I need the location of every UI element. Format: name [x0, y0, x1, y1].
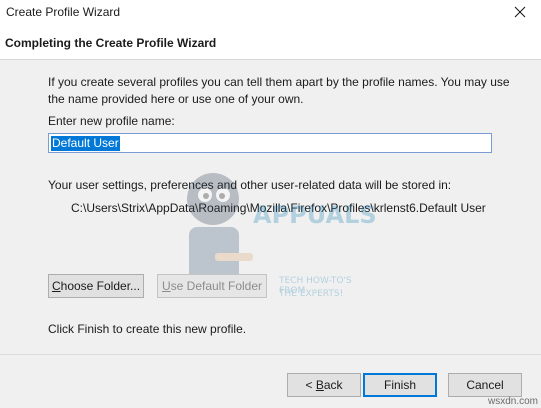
choose-folder-label: hoose Folder...: [60, 279, 141, 293]
finish-button[interactable]: Finish: [363, 373, 437, 397]
intro-text: If you create several profiles you can t…: [48, 75, 510, 106]
watermark-tagline-1: TECH HOW-TO'S FROM: [279, 276, 352, 296]
watermark-tagline-2: THE EXPERTS!: [279, 289, 344, 299]
wizard-header-title: Completing the Create Profile Wizard: [5, 36, 217, 50]
cancel-button[interactable]: Cancel: [448, 373, 522, 397]
wizard-footer: < Back Finish Cancel wsxdn.com: [0, 354, 541, 408]
profile-name-input[interactable]: Default User: [48, 133, 492, 153]
cancel-label: Cancel: [466, 378, 504, 392]
storage-location-path: C:\Users\Strix\AppData\Roaming\Mozilla\F…: [71, 201, 486, 215]
wizard-header: Completing the Create Profile Wizard: [0, 26, 541, 60]
back-arrow: <: [305, 378, 316, 392]
title-bar: Create Profile Wizard: [0, 0, 541, 26]
window-title: Create Profile Wizard: [6, 5, 121, 19]
profile-name-value: Default User: [51, 135, 120, 151]
storage-location-label: Your user settings, preferences and othe…: [48, 178, 452, 192]
create-profile-wizard-window: Create Profile Wizard Completing the Cre…: [0, 0, 541, 408]
choose-folder-accel: C: [51, 279, 61, 293]
back-button[interactable]: < Back: [287, 373, 361, 397]
finish-label: Finish: [383, 378, 416, 392]
back-accel: B: [315, 378, 324, 392]
choose-folder-button[interactable]: Choose Folder...: [48, 274, 144, 298]
wizard-content: If you create several profiles you can t…: [0, 60, 541, 354]
use-default-folder-button[interactable]: Use Default Folder: [157, 274, 267, 298]
use-default-label: se Default Folder: [170, 279, 263, 293]
use-default-accel: U: [161, 279, 171, 293]
profile-name-label: Enter new profile name:: [48, 114, 175, 128]
site-watermark: wsxdn.com: [487, 396, 538, 407]
finish-hint-text: Click Finish to create this new profile.: [48, 322, 247, 336]
close-icon: [514, 6, 526, 18]
back-label: ack: [323, 378, 343, 392]
close-button[interactable]: [509, 2, 531, 22]
